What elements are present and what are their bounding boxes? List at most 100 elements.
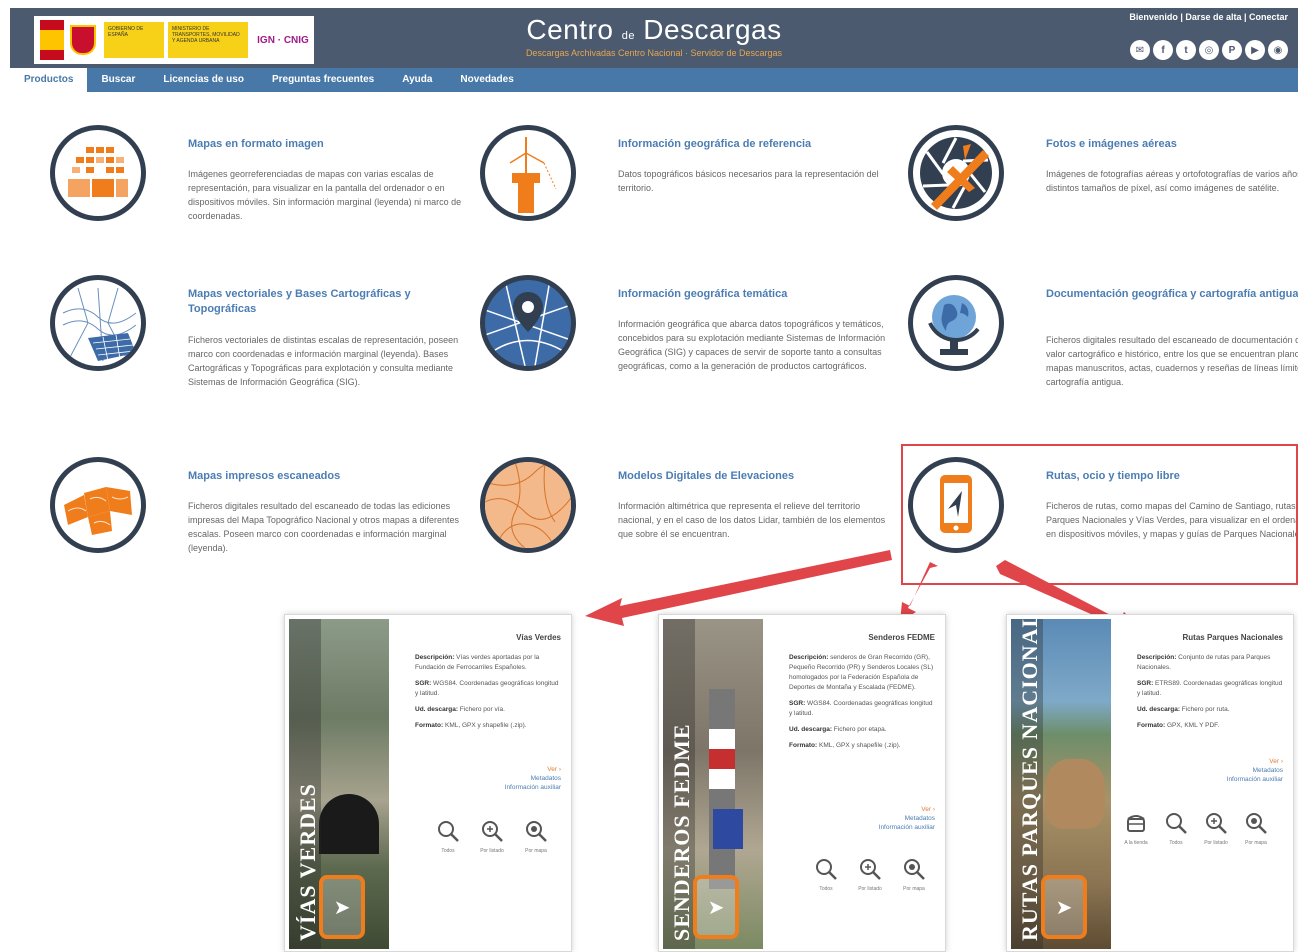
button-label: Por listado [858,886,882,892]
product-desc: Imágenes de fotografías aéreas y ortofot… [1046,169,1298,193]
info-key: SGR: [1137,680,1154,687]
camera-plane-icon[interactable] [908,125,1004,221]
product-title[interactable]: Modelos Digitales de Elevaciones [618,469,898,484]
card-vias-verdes: VÍAS VERDES ➤ Vías Verdes Descripción: V… [284,614,572,952]
product-title[interactable]: Fotos e imágenes aéreas [1046,137,1298,152]
info-key: SGR: [415,680,432,687]
button-label: Todos [1169,840,1183,846]
download-map-button[interactable]: Por mapa [1243,811,1269,847]
tab-licencias[interactable]: Licencias de uso [149,68,258,92]
button-label: Por listado [1204,840,1228,846]
product-title[interactable]: Información geográfica temática [618,287,898,302]
button-label: Por listado [480,848,504,854]
product-fotos-aereas[interactable]: Fotos e imágenes aéreas Imágenes de foto… [908,125,1298,265]
tab-preguntas[interactable]: Preguntas frecuentes [258,68,388,92]
instagram-icon[interactable]: ◎ [1199,40,1219,60]
product-title[interactable]: Mapas impresos escaneados [188,469,468,484]
product-desc: Ficheros digitales resultado del escanea… [188,501,459,553]
phone-icon: ➤ [1041,875,1087,939]
magnifier-icon [816,859,837,880]
ver-link[interactable]: Ver › [1227,757,1283,766]
product-documentacion[interactable]: Documentación geográfica y cartografía a… [908,275,1298,415]
facebook-icon[interactable]: f [1153,40,1173,60]
tab-productos[interactable]: Productos [10,68,88,92]
extra-info-link[interactable]: Información auxiliar [1227,775,1283,784]
scanned-map-icon[interactable] [50,457,146,553]
card-vertical-title: SENDEROS FEDME [669,723,694,941]
shop-button[interactable]: A la tienda [1123,811,1149,847]
product-mde[interactable]: Modelos Digitales de Elevaciones Informa… [480,457,900,597]
extra-info-link[interactable]: Información auxiliar [505,783,561,792]
tab-novedades[interactable]: Novedades [446,68,527,92]
product-mapas-vectoriales[interactable]: Mapas vectoriales y Bases Cartográficas … [50,275,470,415]
globe-icon[interactable] [908,275,1004,371]
ver-link[interactable]: Ver › [879,805,935,814]
card-title: Vías Verdes [516,633,561,642]
download-all-button[interactable]: Todos [813,857,839,893]
download-list-button[interactable]: Por listado [857,857,883,893]
twitter-icon[interactable]: t [1176,40,1196,60]
download-map-button[interactable]: Por mapa [523,819,549,855]
user-links[interactable]: Bienvenido | Darse de alta | Conectar [1129,12,1288,22]
title-small: de [621,30,635,42]
product-info-referencia[interactable]: Información geográfica de referencia Dat… [480,125,900,265]
product-title[interactable]: Mapas vectoriales y Bases Cartográficas … [188,287,468,317]
product-desc: Datos topográficos básicos necesarios pa… [618,169,879,193]
info-value: ETRS89. Coordenadas geográficas longitud… [1137,680,1283,697]
info-value: Fichero por ruta. [1180,706,1230,713]
ver-link[interactable]: Ver › [505,765,561,774]
info-key: Descripción: [1137,654,1177,661]
download-list-button[interactable]: Por listado [1203,811,1229,847]
product-title[interactable]: Información geográfica de referencia [618,137,898,152]
info-value: KML, GPX y shapefile (.zip). [817,742,901,749]
metadata-link[interactable]: Metadatos [879,814,935,823]
magnifier-list-icon [1206,813,1227,834]
magnifier-map-icon [526,821,547,842]
magnifier-list-icon [482,821,503,842]
metadata-link[interactable]: Metadatos [1227,766,1283,775]
email-icon[interactable]: ✉ [1130,40,1150,60]
grid-map-icon[interactable] [50,125,146,221]
download-list-button[interactable]: Por listado [479,819,505,855]
metadata-link[interactable]: Metadatos [505,774,561,783]
button-label: Por mapa [903,886,925,892]
product-title[interactable]: Documentación geográfica y cartografía a… [1046,287,1298,302]
download-all-button[interactable]: Todos [1163,811,1189,847]
download-all-button[interactable]: Todos [435,819,461,855]
extra-info-link[interactable]: Información auxiliar [879,823,935,832]
info-key: Ud. descarga: [415,706,458,713]
marker-post [709,689,735,889]
info-key: Formato: [789,742,818,749]
sign-plate [713,809,743,849]
rss-icon[interactable]: ◉ [1268,40,1288,60]
product-desc: Información altimétrica que representa e… [618,501,886,539]
card-photo: RUTAS PARQUES NACIONALES ➤ [1011,619,1111,949]
map-pin-icon[interactable] [480,275,576,371]
elevation-icon[interactable] [480,457,576,553]
product-mapas-imagen[interactable]: Mapas en formato imagen Imágenes georref… [50,125,470,265]
download-map-button[interactable]: Por mapa [901,857,927,893]
download-buttons: A la tienda Todos Por listado Por mapa [1123,811,1269,847]
card-senderos-fedme: SENDEROS FEDME ➤ Senderos FEDME Descripc… [658,614,946,952]
selection-highlight [901,444,1298,585]
vector-map-icon[interactable] [50,275,146,371]
product-desc: Imágenes georreferenciadas de mapas con … [188,169,462,221]
button-label: Por mapa [1245,840,1267,846]
pinterest-icon[interactable]: P [1222,40,1242,60]
surveying-icon[interactable] [480,125,576,221]
product-mapas-escaneados[interactable]: Mapas impresos escaneados Ficheros digit… [50,457,470,597]
download-buttons: Todos Por listado Por mapa [813,857,927,893]
product-title[interactable]: Mapas en formato imagen [188,137,468,152]
product-desc: Ficheros digitales resultado del escanea… [1046,335,1298,387]
tab-ayuda[interactable]: Ayuda [388,68,446,92]
info-value: KML, GPX y shapefile (.zip). [443,722,527,729]
product-info-tematica[interactable]: Información geográfica temática Informac… [480,275,900,415]
card-info: Descripción: senderos de Gran Recorrido … [789,653,937,757]
lynx-shape [1045,759,1105,829]
card-links: Ver › Metadatos Información auxiliar [505,765,561,792]
title-part-1: Centro [526,14,614,45]
magnifier-icon [1166,813,1187,834]
youtube-icon[interactable]: ▶ [1245,40,1265,60]
tab-buscar[interactable]: Buscar [87,68,149,92]
main-nav: Productos Buscar Licencias de uso Pregun… [10,68,1298,92]
